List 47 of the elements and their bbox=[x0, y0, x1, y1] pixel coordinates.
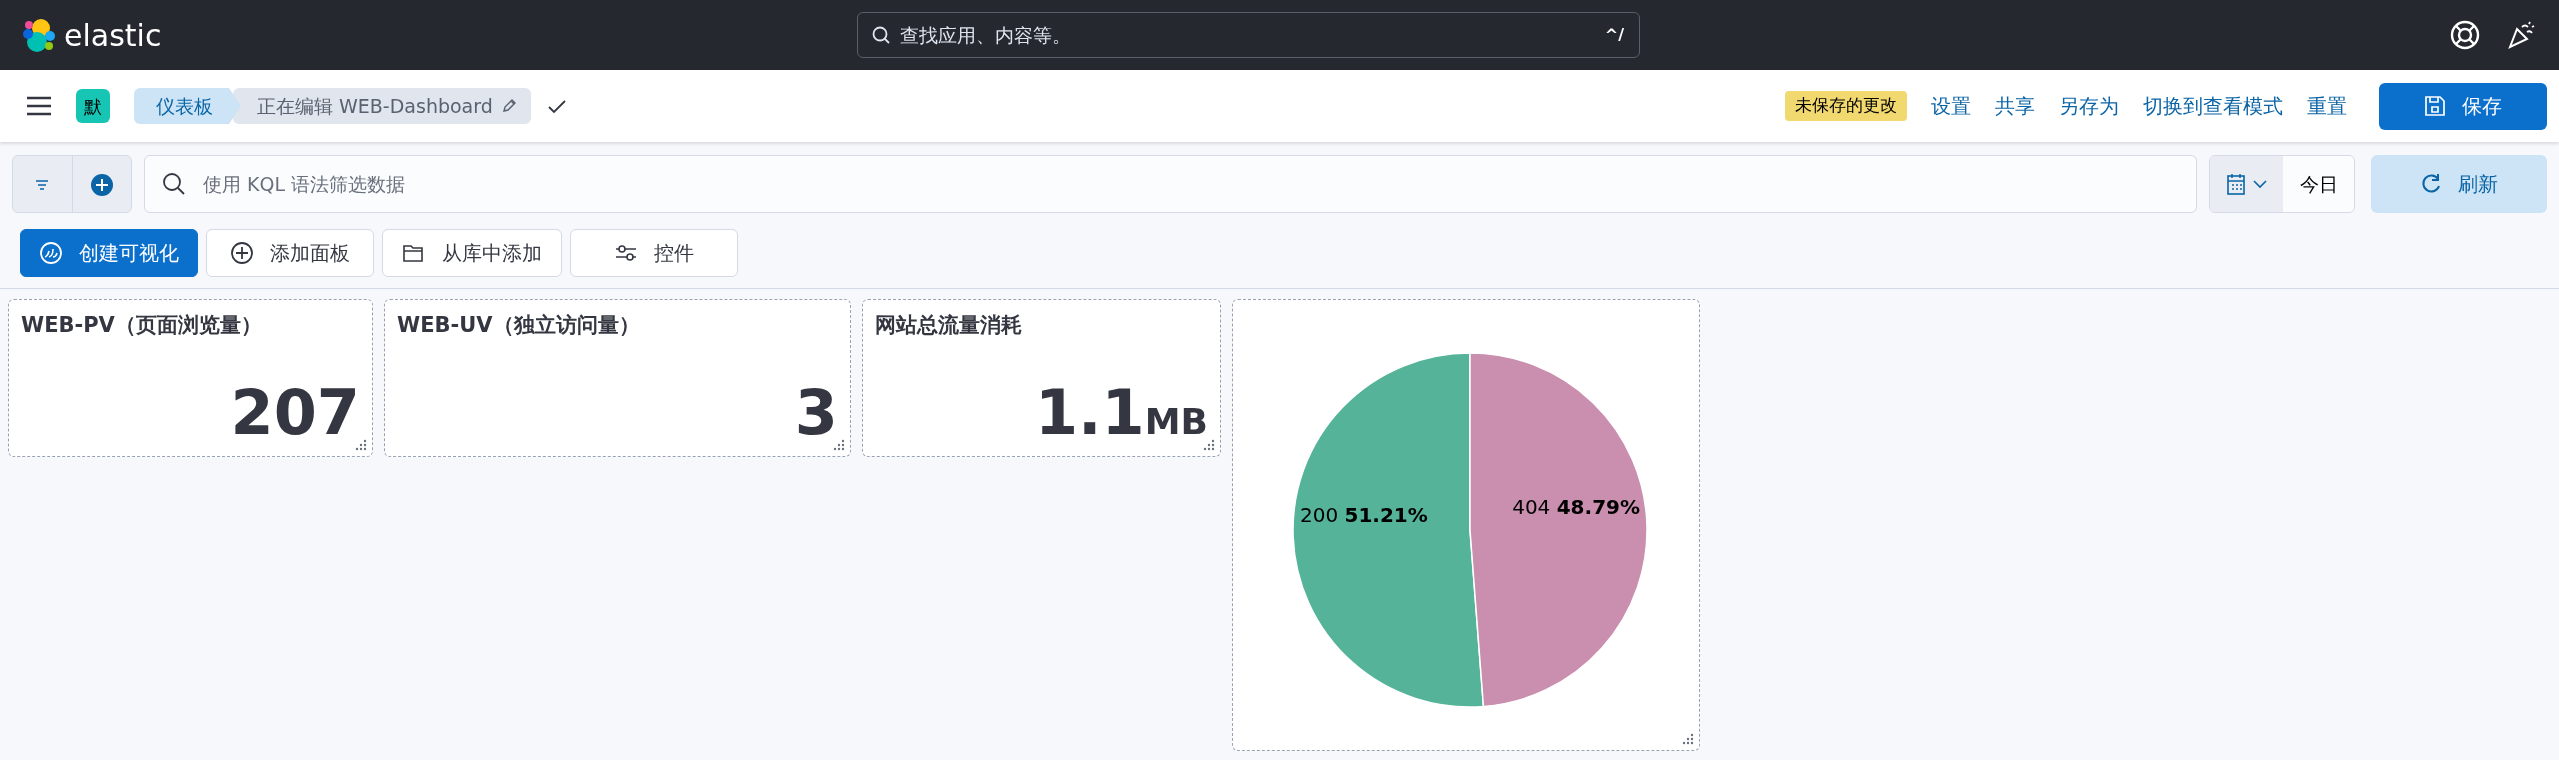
metric-value: 3 bbox=[794, 382, 838, 444]
resize-handle-icon[interactable] bbox=[1682, 733, 1694, 745]
calendar-icon bbox=[2226, 173, 2245, 195]
refresh-icon bbox=[2420, 173, 2442, 195]
plus-circle-icon bbox=[230, 241, 254, 265]
toolbar-button[interactable]: 控件 bbox=[570, 229, 738, 277]
logo-icon bbox=[22, 17, 56, 53]
panel-title: 网站总流量消耗 bbox=[875, 312, 1023, 339]
save-button[interactable]: 保存 bbox=[2379, 82, 2547, 130]
filter-icon bbox=[35, 180, 50, 191]
panel-title: WEB-UV（独立访问量） bbox=[397, 312, 641, 339]
toolbar-link[interactable]: 共享 bbox=[1995, 90, 2035, 122]
chart-swirl-icon bbox=[39, 241, 63, 265]
party-horn-icon[interactable] bbox=[2505, 19, 2537, 51]
resize-handle-icon[interactable] bbox=[355, 439, 367, 451]
date-range-text[interactable]: 今日 bbox=[2283, 156, 2354, 212]
date-quick-menu-button[interactable] bbox=[2210, 156, 2283, 212]
plus-circle-icon bbox=[89, 173, 114, 198]
slice-label: 404 48.79% bbox=[1512, 495, 1640, 519]
search-icon bbox=[871, 25, 891, 45]
toolbar-link[interactable]: 重置 bbox=[2307, 90, 2347, 122]
space-avatar[interactable]: 默 bbox=[76, 89, 110, 123]
logo-text: elastic bbox=[64, 16, 162, 55]
refresh-button[interactable]: 刷新 bbox=[2371, 155, 2547, 213]
toolbar-link[interactable]: 另存为 bbox=[2059, 90, 2119, 122]
shortcut-hint: ^/ bbox=[1604, 24, 1624, 46]
resize-handle-icon[interactable] bbox=[1203, 439, 1215, 451]
resize-handle-icon[interactable] bbox=[833, 439, 845, 451]
toolbar-button[interactable]: 创建可视化 bbox=[20, 229, 198, 277]
panel-title: WEB-PV（页面浏览量） bbox=[21, 312, 263, 339]
toolbar-button[interactable]: 添加面板 bbox=[206, 229, 374, 277]
check-icon[interactable] bbox=[546, 99, 567, 116]
unsaved-changes-badge: 未保存的更改 bbox=[1785, 91, 1907, 121]
slice-label: 200 51.21% bbox=[1300, 503, 1428, 527]
chevron-down-icon bbox=[2252, 179, 2267, 189]
query-field[interactable]: 使用 KQL 语法筛选数据 bbox=[144, 155, 2197, 213]
toolbar-link[interactable]: 设置 bbox=[1931, 90, 1971, 122]
toolbar-link[interactable]: 切换到查看模式 bbox=[2143, 90, 2283, 122]
breadcrumb[interactable]: 正在编辑 WEB-Dashboard bbox=[233, 88, 531, 124]
help-icon[interactable] bbox=[2449, 19, 2481, 51]
pencil-icon bbox=[500, 98, 517, 114]
metric-value: 207 bbox=[230, 382, 360, 444]
menu-icon[interactable] bbox=[26, 95, 52, 117]
search-icon bbox=[162, 172, 186, 196]
toolbar-button[interactable]: 从库中添加 bbox=[382, 229, 562, 277]
metric-value: 1.1MB bbox=[1034, 382, 1208, 444]
breadcrumb[interactable]: 仪表板 bbox=[134, 88, 241, 124]
